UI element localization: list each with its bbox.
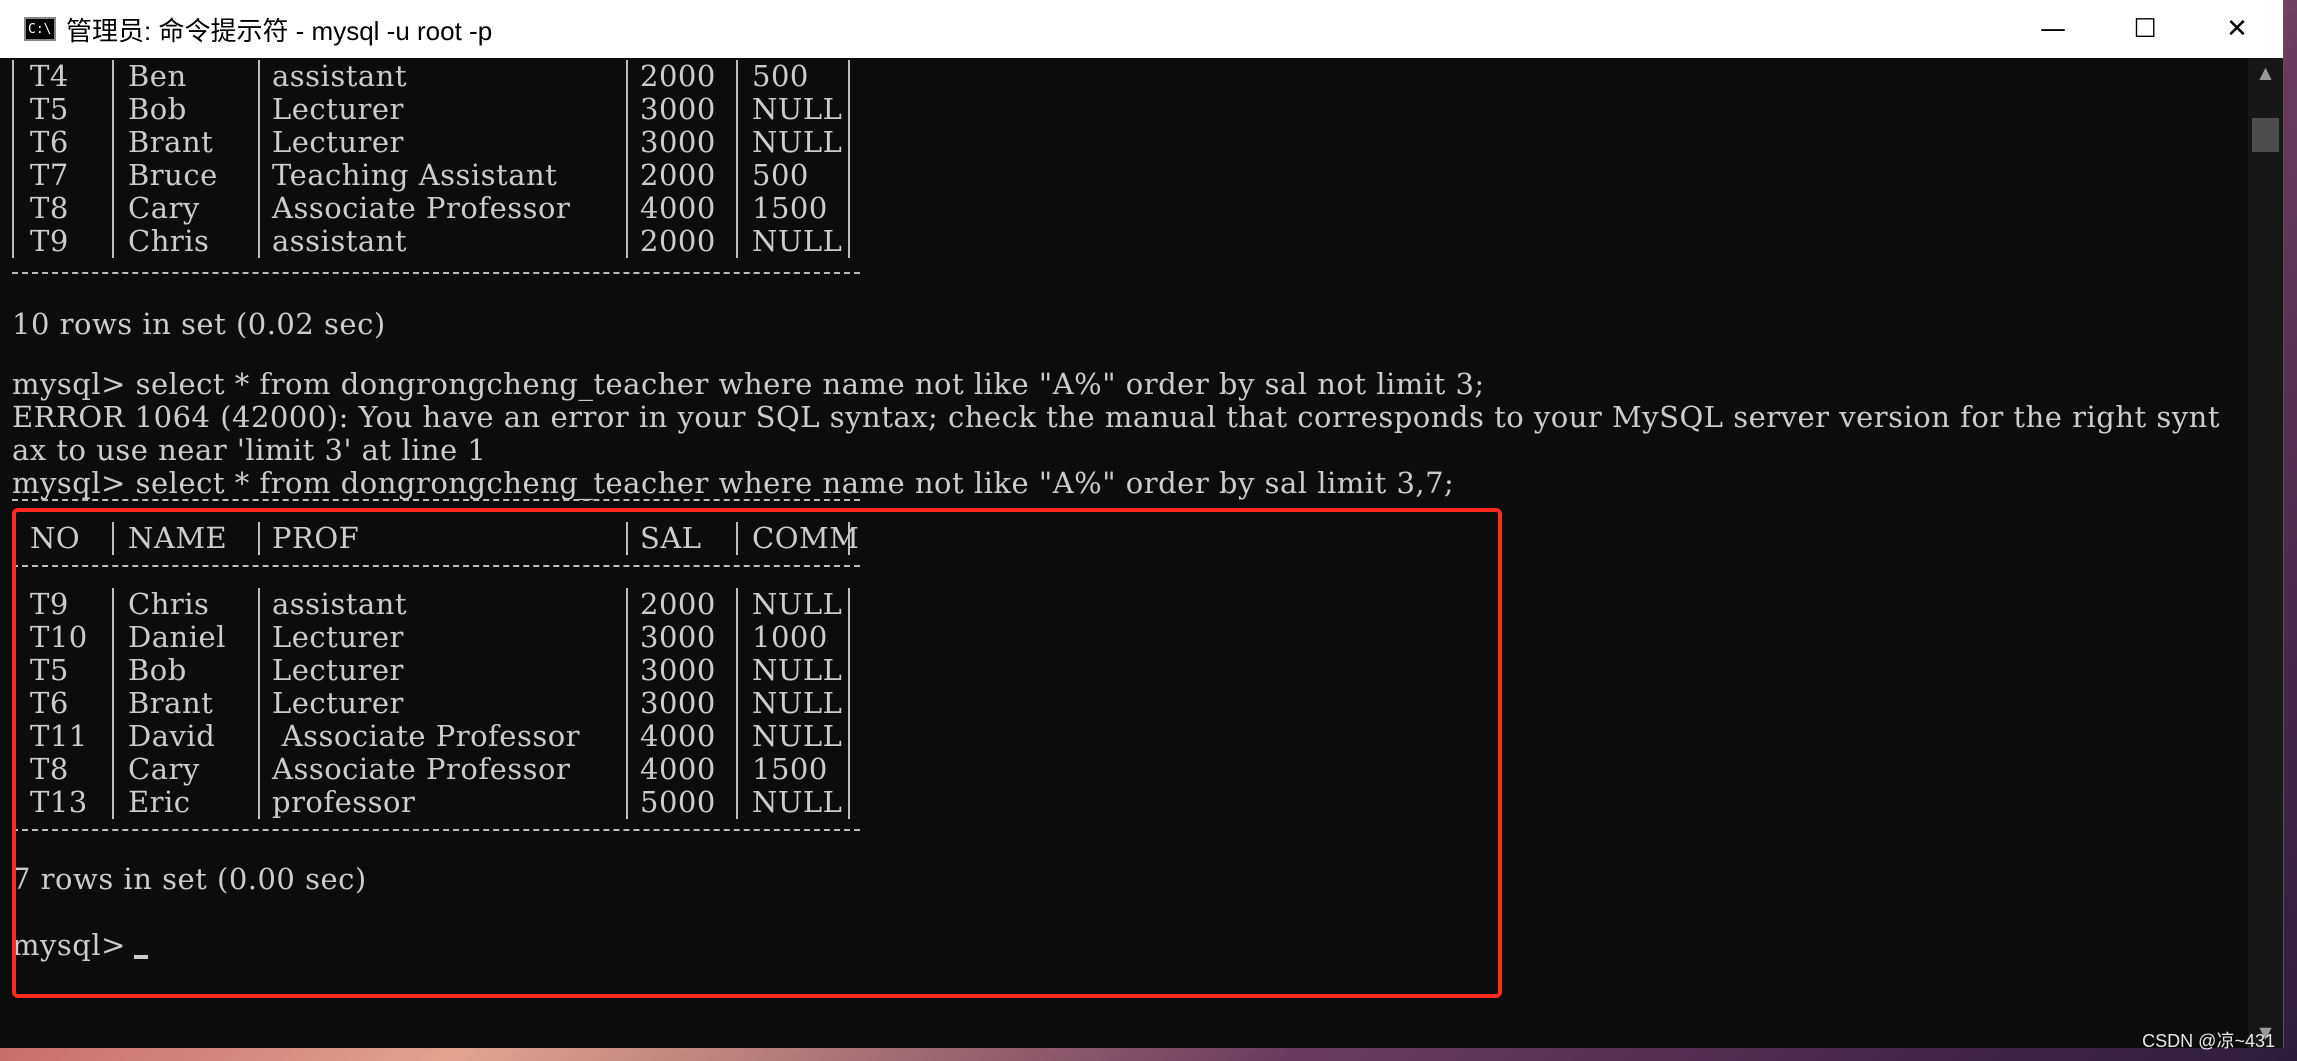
table-cell: Bob [128,92,187,126]
watermark: CSDN @凉~431 [2142,1031,2275,1051]
table-cell: T6 [30,125,69,159]
table-row: T4 Ben assistant 2000 500 [0,60,900,93]
table-cell: 1500 [752,191,828,225]
table-cell: 500 [752,59,809,93]
vertical-scrollbar[interactable]: ▲ ▼ [2248,58,2283,1048]
scroll-up-icon[interactable]: ▲ [2248,58,2283,88]
table-cell: T9 [30,224,69,258]
table-cell: T4 [30,59,69,93]
scroll-thumb[interactable] [2252,118,2279,152]
table-cell: 2000 [640,158,716,192]
title-bar[interactable]: C:\ 管理员: 命令提示符 - mysql -u root -p — ☐ ✕ [0,0,2283,58]
cmd-icon[interactable]: C:\ [24,17,56,41]
table-row: T8 Cary Associate Professor 4000 1500 [0,192,900,225]
error-message: ax to use near 'limit 3' at line 1 [12,433,487,467]
terminal-output[interactable]: T4 Ben assistant 2000 500 T5 Bob Lecturer 3000 NU… [0,58,2248,1048]
highlight-box [12,508,1502,998]
table-cell: Brant [128,125,214,159]
table-row: T9 Chris assistant 2000 NULL [0,225,900,258]
table-row: T5 Bob Lecturer 3000 NULL [0,93,900,126]
table-cell: Associate Professor [272,191,571,225]
sql-command: mysql> select * from dongrongcheng_teach… [12,367,1485,401]
command-prompt-window: C:\ 管理员: 命令提示符 - mysql -u root -p — ☐ ✕ … [0,0,2284,1048]
table-cell: Chris [128,224,210,258]
minimize-button[interactable]: — [2007,0,2099,58]
table-border [12,499,860,504]
table-cell: T7 [30,158,69,192]
table-cell: NULL [752,224,843,258]
table-cell: 2000 [640,224,716,258]
error-message: ERROR 1064 (42000): You have an error in… [12,400,2220,434]
table-cell: 500 [752,158,809,192]
table-cell: Ben [128,59,187,93]
table-cell: Teaching Assistant [272,158,558,192]
rows-summary: 10 rows in set (0.02 sec) [12,307,386,341]
table-cell: 3000 [640,92,716,126]
table-cell: assistant [272,224,407,258]
table-cell: 3000 [640,125,716,159]
table-cell: NULL [752,125,843,159]
window-title: 管理员: 命令提示符 - mysql -u root -p [66,15,493,46]
table-cell: Lecturer [272,92,404,126]
table-cell: T5 [30,92,69,126]
table-cell: Lecturer [272,125,404,159]
table-cell: Cary [128,191,200,225]
table-cell: assistant [272,59,407,93]
table-cell: Bruce [128,158,218,192]
table-row: T7 Bruce Teaching Assistant 2000 500 [0,159,900,192]
table-border [12,272,860,277]
sql-command: mysql> select * from dongrongcheng_teach… [12,466,1455,500]
table-cell: T8 [30,191,69,225]
maximize-button[interactable]: ☐ [2099,0,2191,58]
table-row: T6 Brant Lecturer 3000 NULL [0,126,900,159]
table-cell: 2000 [640,59,716,93]
table-cell: 4000 [640,191,716,225]
table-cell: NULL [752,92,843,126]
close-button[interactable]: ✕ [2191,0,2283,58]
